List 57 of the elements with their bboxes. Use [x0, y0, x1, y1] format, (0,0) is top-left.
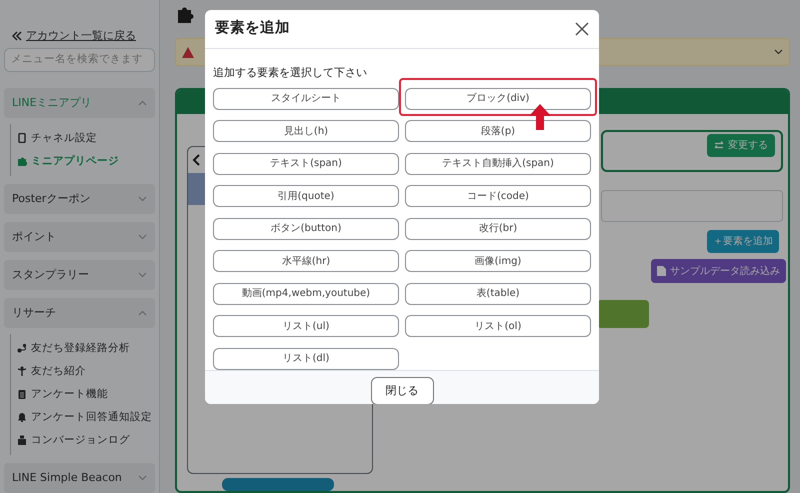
element-option-button[interactable]: 見出し(h) — [213, 120, 399, 142]
double-chevron-icon — [12, 30, 22, 41]
element-option-button[interactable]: 動画(mp4,webm,youtube) — [213, 282, 399, 304]
chevron-left-icon — [192, 154, 200, 166]
close-button[interactable]: 閉じる — [370, 377, 434, 404]
chevron-up-icon — [138, 310, 147, 316]
back-link[interactable]: アカウント一覧に戻る — [26, 28, 136, 44]
chevron-down-icon — [138, 272, 147, 278]
menu-section-header[interactable]: リサーチ — [4, 298, 155, 328]
element-option-button[interactable]: 水平線(hr) — [213, 250, 399, 272]
element-option-button[interactable]: スタイルシート — [213, 88, 399, 110]
input-field[interactable] — [601, 190, 783, 222]
menu-section-header[interactable]: スタンプラリー — [4, 260, 155, 290]
element-option-button[interactable]: ブロック(div) — [405, 88, 591, 110]
element-option-button[interactable]: 表(table) — [405, 282, 591, 304]
element-option-button[interactable]: リスト(dl) — [213, 348, 399, 370]
close-icon[interactable] — [575, 22, 589, 36]
bell-icon — [17, 412, 27, 422]
menu-section-header[interactable]: ポイント — [4, 222, 155, 252]
element-option-button[interactable]: ボタン(button) — [213, 218, 399, 240]
sample-data-button[interactable]: サンプルデータ読み込み — [651, 259, 786, 283]
menu-item[interactable]: 友だち紹介 — [17, 363, 155, 380]
element-option-button[interactable]: コード(code) — [405, 185, 591, 207]
menu-item[interactable]: アンケート回答通知設定 — [17, 409, 155, 426]
menu-section-header[interactable]: Posterクーポン — [4, 184, 155, 214]
chevron-down-icon — [138, 196, 147, 202]
element-option-button[interactable]: 段落(p) — [405, 120, 591, 142]
menu-item[interactable]: チャネル設定 — [17, 130, 155, 147]
element-option-button[interactable]: リスト(ul) — [213, 315, 399, 337]
chevron-down-icon — [138, 475, 147, 481]
element-option-button[interactable]: 画像(img) — [405, 250, 591, 272]
element-option-button[interactable]: 改行(br) — [405, 218, 591, 240]
panel-bar — [597, 300, 649, 328]
menu-item[interactable]: アンケート機能 — [17, 386, 155, 403]
route-icon — [17, 343, 27, 353]
chevron-down-icon — [774, 49, 783, 55]
arrow-up-icon — [529, 104, 551, 130]
modal-title: 要素を追加 — [215, 18, 290, 38]
chevron-down-icon — [138, 234, 147, 240]
element-option-button[interactable]: テキスト(span) — [213, 152, 399, 174]
element-option-button[interactable]: テキスト自動挿入(span) — [405, 152, 591, 174]
puzzle-icon — [17, 156, 27, 166]
element-option-button[interactable]: 引用(quote) — [213, 185, 399, 207]
swap-arrows-icon — [714, 141, 724, 150]
menu-item[interactable]: コンバージョンログ — [17, 432, 155, 449]
menu-item[interactable]: 友だち登録経路分析 — [17, 340, 155, 357]
person-icon — [17, 366, 27, 376]
file-icon — [657, 266, 666, 276]
modal-prompt: 追加する要素を選択して下さい — [213, 65, 368, 81]
printer-icon — [17, 435, 27, 445]
phone-icon — [17, 133, 27, 143]
menu-search-field[interactable]: メニュー名を検索できます — [4, 48, 155, 72]
element-option-button[interactable]: リスト(ol) — [405, 315, 591, 337]
chevron-up-icon — [138, 100, 147, 106]
menu-section-header[interactable]: LINE Simple Beacon — [4, 463, 155, 493]
clipboard-icon — [17, 389, 27, 399]
warning-icon — [182, 46, 194, 58]
